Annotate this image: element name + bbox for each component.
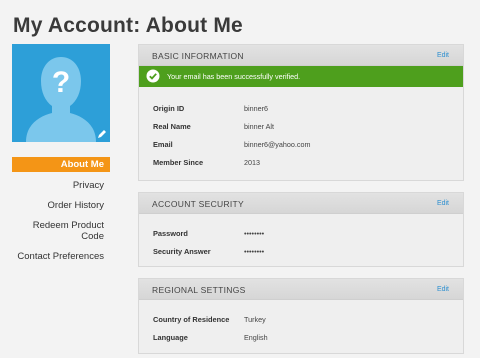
panel-title: BASIC INFORMATION <box>152 51 244 61</box>
panel-header: BASIC INFORMATION Edit <box>139 45 463 66</box>
default-avatar-icon: ? <box>12 44 110 142</box>
field-label: Member Since <box>153 158 204 167</box>
field-value: binner Alt <box>244 122 274 131</box>
check-circle-icon <box>146 69 160 83</box>
basic-information-panel: BASIC INFORMATION Edit Your email has be… <box>138 44 464 181</box>
field-value: Turkey <box>244 315 266 324</box>
info-row: Member Since 2013 <box>139 155 463 173</box>
info-row: Real Name binner Alt <box>139 119 463 137</box>
page-title: My Account: About Me <box>13 14 243 37</box>
field-label: Language <box>153 333 188 342</box>
nav-item-order-history[interactable]: Order History <box>12 198 110 213</box>
edit-pencil-icon[interactable] <box>97 129 107 139</box>
edit-regional-link[interactable]: Edit <box>437 286 449 293</box>
svg-text:?: ? <box>52 66 70 99</box>
panel-header: ACCOUNT SECURITY Edit <box>139 193 463 214</box>
field-label: Real Name <box>153 122 191 131</box>
edit-basic-info-link[interactable]: Edit <box>437 52 449 59</box>
edit-security-link[interactable]: Edit <box>437 200 449 207</box>
field-value: binner6@yahoo.com <box>244 140 311 149</box>
success-banner: Your email has been successfully verifie… <box>139 66 463 87</box>
nav-item-about-me[interactable]: About Me <box>12 157 110 172</box>
field-value: •••••••• <box>244 247 265 256</box>
panel-header: REGIONAL SETTINGS Edit <box>139 279 463 300</box>
nav-item-redeem-product-code[interactable]: Redeem Product Code <box>12 218 110 244</box>
info-row: Password •••••••• <box>139 226 463 244</box>
field-value: 2013 <box>244 158 260 167</box>
field-value: binner6 <box>244 104 268 113</box>
field-label: Country of Residence <box>153 315 230 324</box>
account-nav: About Me Privacy Order History Redeem Pr… <box>12 157 110 269</box>
panel-title: ACCOUNT SECURITY <box>152 199 245 209</box>
nav-item-privacy[interactable]: Privacy <box>12 178 110 193</box>
panel-title: REGIONAL SETTINGS <box>152 285 246 295</box>
field-label: Origin ID <box>153 104 185 113</box>
field-label: Security Answer <box>153 247 211 256</box>
field-value: •••••••• <box>244 229 265 238</box>
account-security-panel: ACCOUNT SECURITY Edit Password •••••••• … <box>138 192 464 267</box>
info-row: Language English <box>139 330 463 348</box>
nav-item-contact-preferences[interactable]: Contact Preferences <box>12 249 110 264</box>
info-row: Security Answer •••••••• <box>139 244 463 262</box>
regional-settings-panel: REGIONAL SETTINGS Edit Country of Reside… <box>138 278 464 354</box>
info-row: Country of Residence Turkey <box>139 312 463 330</box>
field-label: Email <box>153 140 173 149</box>
avatar[interactable]: ? <box>12 44 110 142</box>
info-row: Email binner6@yahoo.com <box>139 137 463 155</box>
success-message: Your email has been successfully verifie… <box>167 72 301 81</box>
field-value: English <box>244 333 268 342</box>
field-label: Password <box>153 229 188 238</box>
info-row: Origin ID binner6 <box>139 101 463 119</box>
